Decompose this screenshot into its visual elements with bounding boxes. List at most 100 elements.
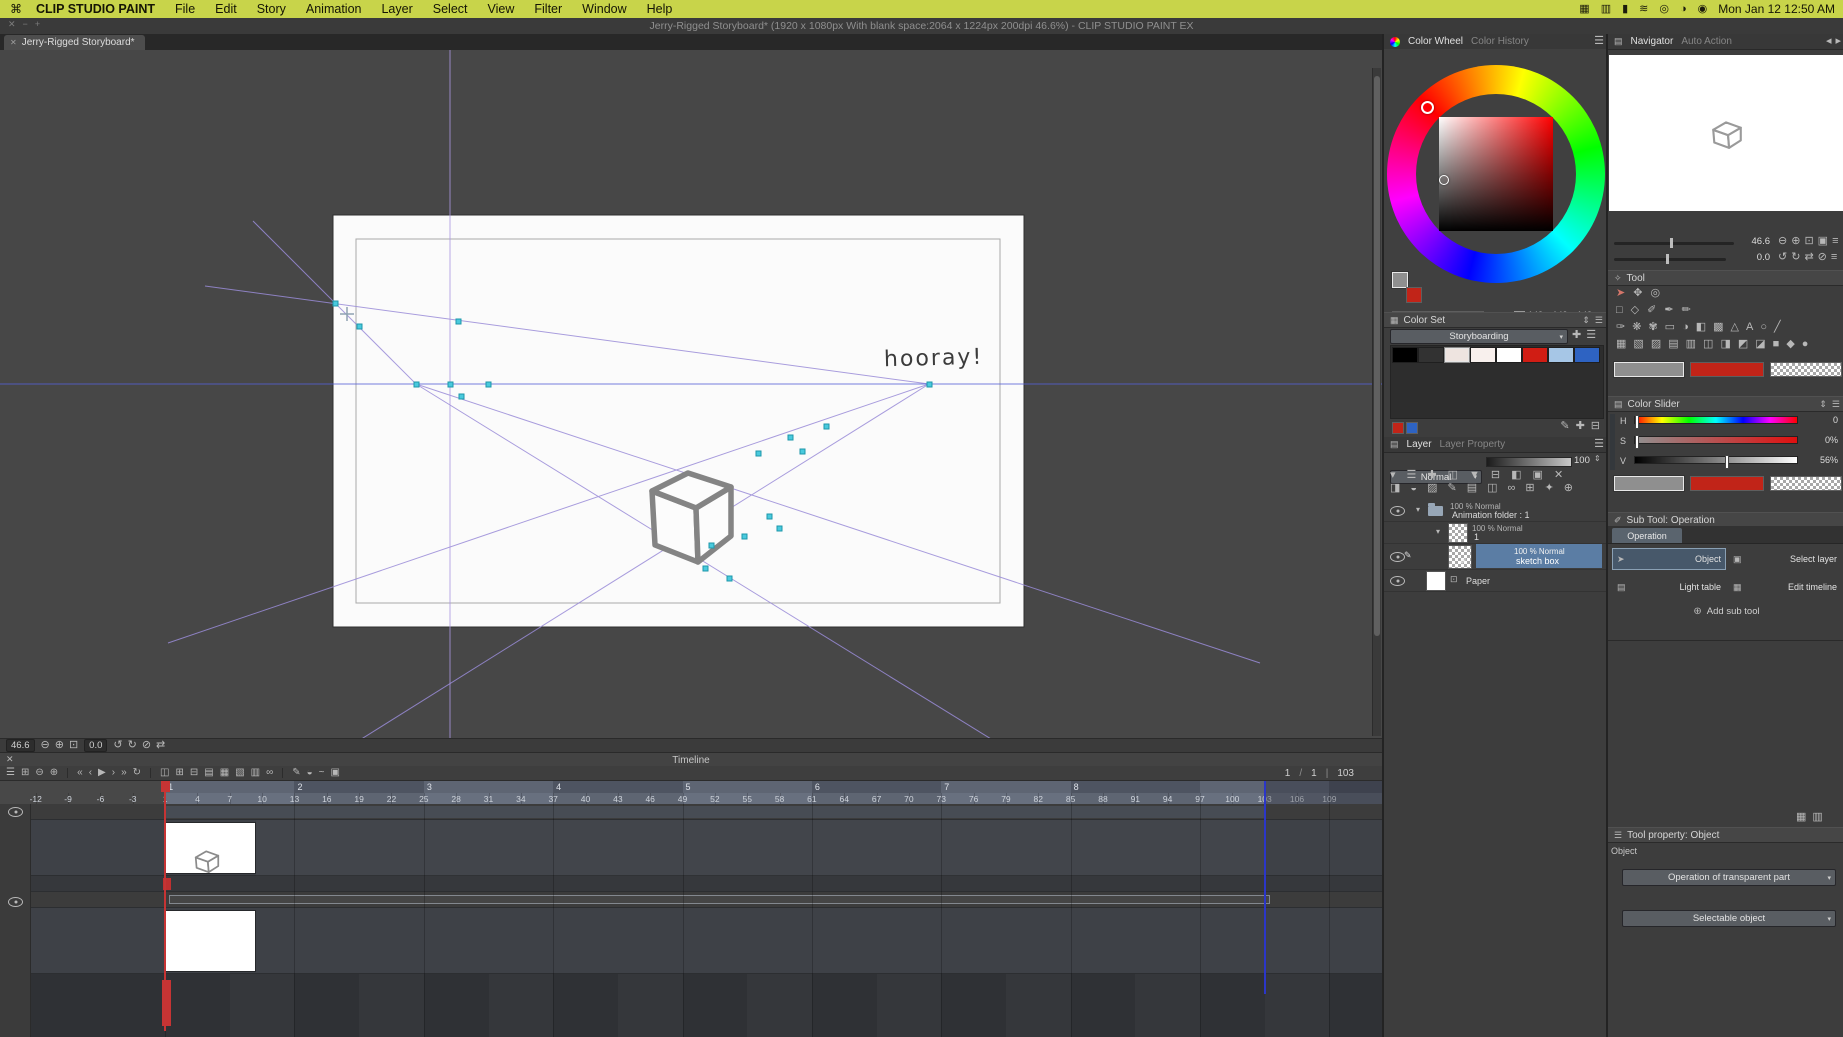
layer-visibility-eye-icon[interactable] <box>1390 552 1405 562</box>
link-layer-icon[interactable]: ∞ <box>1508 483 1516 494</box>
opacity-spinner-icon[interactable]: ⇕ <box>1594 455 1601 463</box>
symmetry-tool-icon[interactable]: ◆ <box>1786 339 1794 350</box>
status-search-icon[interactable]: ◎ <box>1659 4 1669 15</box>
color-swatch[interactable] <box>1470 347 1496 363</box>
blend-caret-icon[interactable]: ▾ <box>1390 470 1396 481</box>
layer-row-sketch-box[interactable]: ✎ ✐ 100 % Normal sketch box <box>1384 544 1608 570</box>
color-swatch[interactable] <box>1548 347 1574 363</box>
decoration-tool-icon[interactable]: ✾ <box>1648 322 1657 333</box>
canvas-viewport[interactable]: hooray! <box>0 50 1382 738</box>
onion-icon[interactable]: ◫ <box>1487 483 1497 494</box>
extra-tool-icon[interactable]: ● <box>1802 339 1809 350</box>
lock-alpha-icon[interactable]: ▨ <box>1427 483 1437 494</box>
nav-zoom-in-icon[interactable]: ⊕ <box>1791 236 1800 247</box>
color-swatch[interactable] <box>1522 347 1548 363</box>
saturation-value-square[interactable] <box>1439 117 1553 231</box>
canvas-zoom-in-icon[interactable]: ⊕ <box>55 740 64 751</box>
canvas-vertical-scrollbar[interactable] <box>1372 68 1381 736</box>
timeline-new-icon[interactable]: ⊞ <box>21 768 29 778</box>
animation-folder-span-bar[interactable] <box>165 806 1265 818</box>
transparent-color-chip-slider[interactable] <box>1770 476 1842 491</box>
edit-swatch-icon[interactable]: ✎ <box>1560 421 1569 432</box>
color-swatch[interactable] <box>1418 347 1444 363</box>
tab-layer-property[interactable]: Layer Property <box>1440 439 1506 450</box>
lock-icon[interactable]: ◒ <box>1410 483 1417 494</box>
recent-color-blue[interactable] <box>1406 422 1418 434</box>
color-wheel-menu-icon[interactable]: ☰ <box>1594 36 1604 47</box>
go-to-end-icon[interactable]: » <box>121 768 127 778</box>
insert-frame-icon[interactable]: ▦ <box>220 768 229 778</box>
main-color-chip-large[interactable] <box>1614 362 1684 377</box>
onion-skin-icon[interactable]: ◫ <box>160 768 169 778</box>
menu-help[interactable]: Help <box>637 2 683 16</box>
blend-tool-icon[interactable]: ◑ <box>1682 322 1689 333</box>
paper-thumbnail[interactable] <box>1426 571 1446 591</box>
window-zoom-icon[interactable]: + <box>35 20 40 29</box>
clip-icon[interactable]: ◨ <box>1390 483 1400 494</box>
sub-color-chip[interactable] <box>1406 287 1422 303</box>
add-sub-tool-button[interactable]: ⊕ Add sub tool <box>1608 606 1843 617</box>
color-set-menu-icon[interactable]: ☰ <box>1595 316 1603 325</box>
merge-icon[interactable]: ⊟ <box>1491 470 1500 481</box>
app-name[interactable]: CLIP STUDIO PAINT <box>26 2 165 16</box>
layer-ruler-icon[interactable]: ▣ <box>1533 470 1543 481</box>
track-row-cel-2[interactable] <box>0 908 1382 974</box>
tab-color-wheel[interactable]: Color Wheel <box>1408 36 1463 47</box>
brush-tool-icon[interactable]: ✑ <box>1616 322 1625 333</box>
layer-name[interactable]: Animation folder : 1 <box>1452 510 1530 520</box>
onion-tool-icon[interactable]: ◫ <box>1703 339 1713 350</box>
sub-tool-item-select-layer[interactable]: ▣ Select layer <box>1728 548 1842 570</box>
fill-tool-icon[interactable]: ◧ <box>1696 322 1706 333</box>
window-close-icon[interactable]: ✕ <box>8 20 16 29</box>
light-table-tool-icon[interactable]: ▥ <box>1686 339 1696 350</box>
zoom-tool-icon[interactable]: ◎ <box>1650 288 1660 299</box>
saturation-value[interactable]: 0% <box>1802 435 1838 445</box>
main-color-chip[interactable] <box>1392 272 1408 288</box>
more-icon[interactable]: ⊕ <box>1564 483 1573 494</box>
color-set-list-icon[interactable]: ☰ <box>1586 330 1596 341</box>
loop-playback-icon[interactable]: ↻ <box>133 768 141 778</box>
canvas-flip-icon[interactable]: ⇄ <box>156 740 165 751</box>
layer-thumbnail[interactable] <box>1448 523 1468 543</box>
timeline-ruler[interactable]: 12345678-12-9-6-314710131619222528313437… <box>0 781 1382 804</box>
transfer-icon[interactable]: ▼ <box>1469 470 1480 481</box>
track-row-marker[interactable] <box>0 876 1382 892</box>
add-swatch-icon[interactable]: ✚ <box>1576 421 1585 432</box>
canvas-drawing[interactable] <box>0 50 1382 738</box>
layer-name[interactable]: 1 <box>1474 532 1479 542</box>
value-value[interactable]: 56% <box>1802 455 1838 465</box>
label-icon[interactable]: ◒ <box>307 768 313 778</box>
menu-view[interactable]: View <box>478 2 525 16</box>
current-frame-value[interactable]: 1 <box>1285 768 1291 779</box>
value-slider-thumb[interactable] <box>1725 455 1729 469</box>
menu-edit[interactable]: Edit <box>205 2 247 16</box>
canvas-vertical-scrollbar-thumb[interactable] <box>1374 76 1380 636</box>
nav-menu-icon[interactable]: ≡ <box>1832 236 1838 247</box>
delete-cel-icon[interactable]: ⊟ <box>190 768 198 778</box>
divide-tool-icon[interactable]: ▧ <box>1633 339 1643 350</box>
hue-marker[interactable] <box>1421 101 1434 114</box>
new-folder-icon[interactable]: ◫ <box>1448 470 1458 481</box>
draft-icon[interactable]: ✎ <box>1447 483 1456 494</box>
timeline-close-icon[interactable]: ✕ <box>6 755 14 764</box>
new-animation-cel-icon[interactable]: ⊞ <box>176 768 184 778</box>
gradient-tool-icon[interactable]: ▩ <box>1713 322 1723 333</box>
effect-icon[interactable]: ✦ <box>1545 483 1554 494</box>
navigator-preview[interactable] <box>1609 55 1843 211</box>
layer-row-folder-1[interactable]: ▾ 100 % Normal 1 <box>1384 522 1608 544</box>
delete-swatch-icon[interactable]: ⊟ <box>1591 421 1600 432</box>
range-start-value[interactable]: 1 <box>1311 768 1317 779</box>
nav-reset-icon[interactable]: ⊘ <box>1818 252 1827 263</box>
saturation-slider[interactable] <box>1634 436 1798 444</box>
layer-name[interactable]: Paper <box>1466 576 1490 586</box>
mask-icon[interactable]: ◧ <box>1511 470 1521 481</box>
opacity-value[interactable]: 100 <box>1574 455 1590 466</box>
status-wifi-icon[interactable]: ≋ <box>1639 4 1648 15</box>
artboard[interactable] <box>333 215 1024 627</box>
navigator-rotation-slider[interactable] <box>1614 258 1726 261</box>
panel-prev-icon[interactable]: ◂ <box>1826 36 1832 47</box>
menu-story[interactable]: Story <box>247 2 296 16</box>
palette-color-icon[interactable]: ▤ <box>1467 483 1477 494</box>
sub-tool-tab-operation[interactable]: Operation <box>1612 528 1682 543</box>
expand-arrow-icon[interactable]: ▾ <box>1416 506 1420 514</box>
